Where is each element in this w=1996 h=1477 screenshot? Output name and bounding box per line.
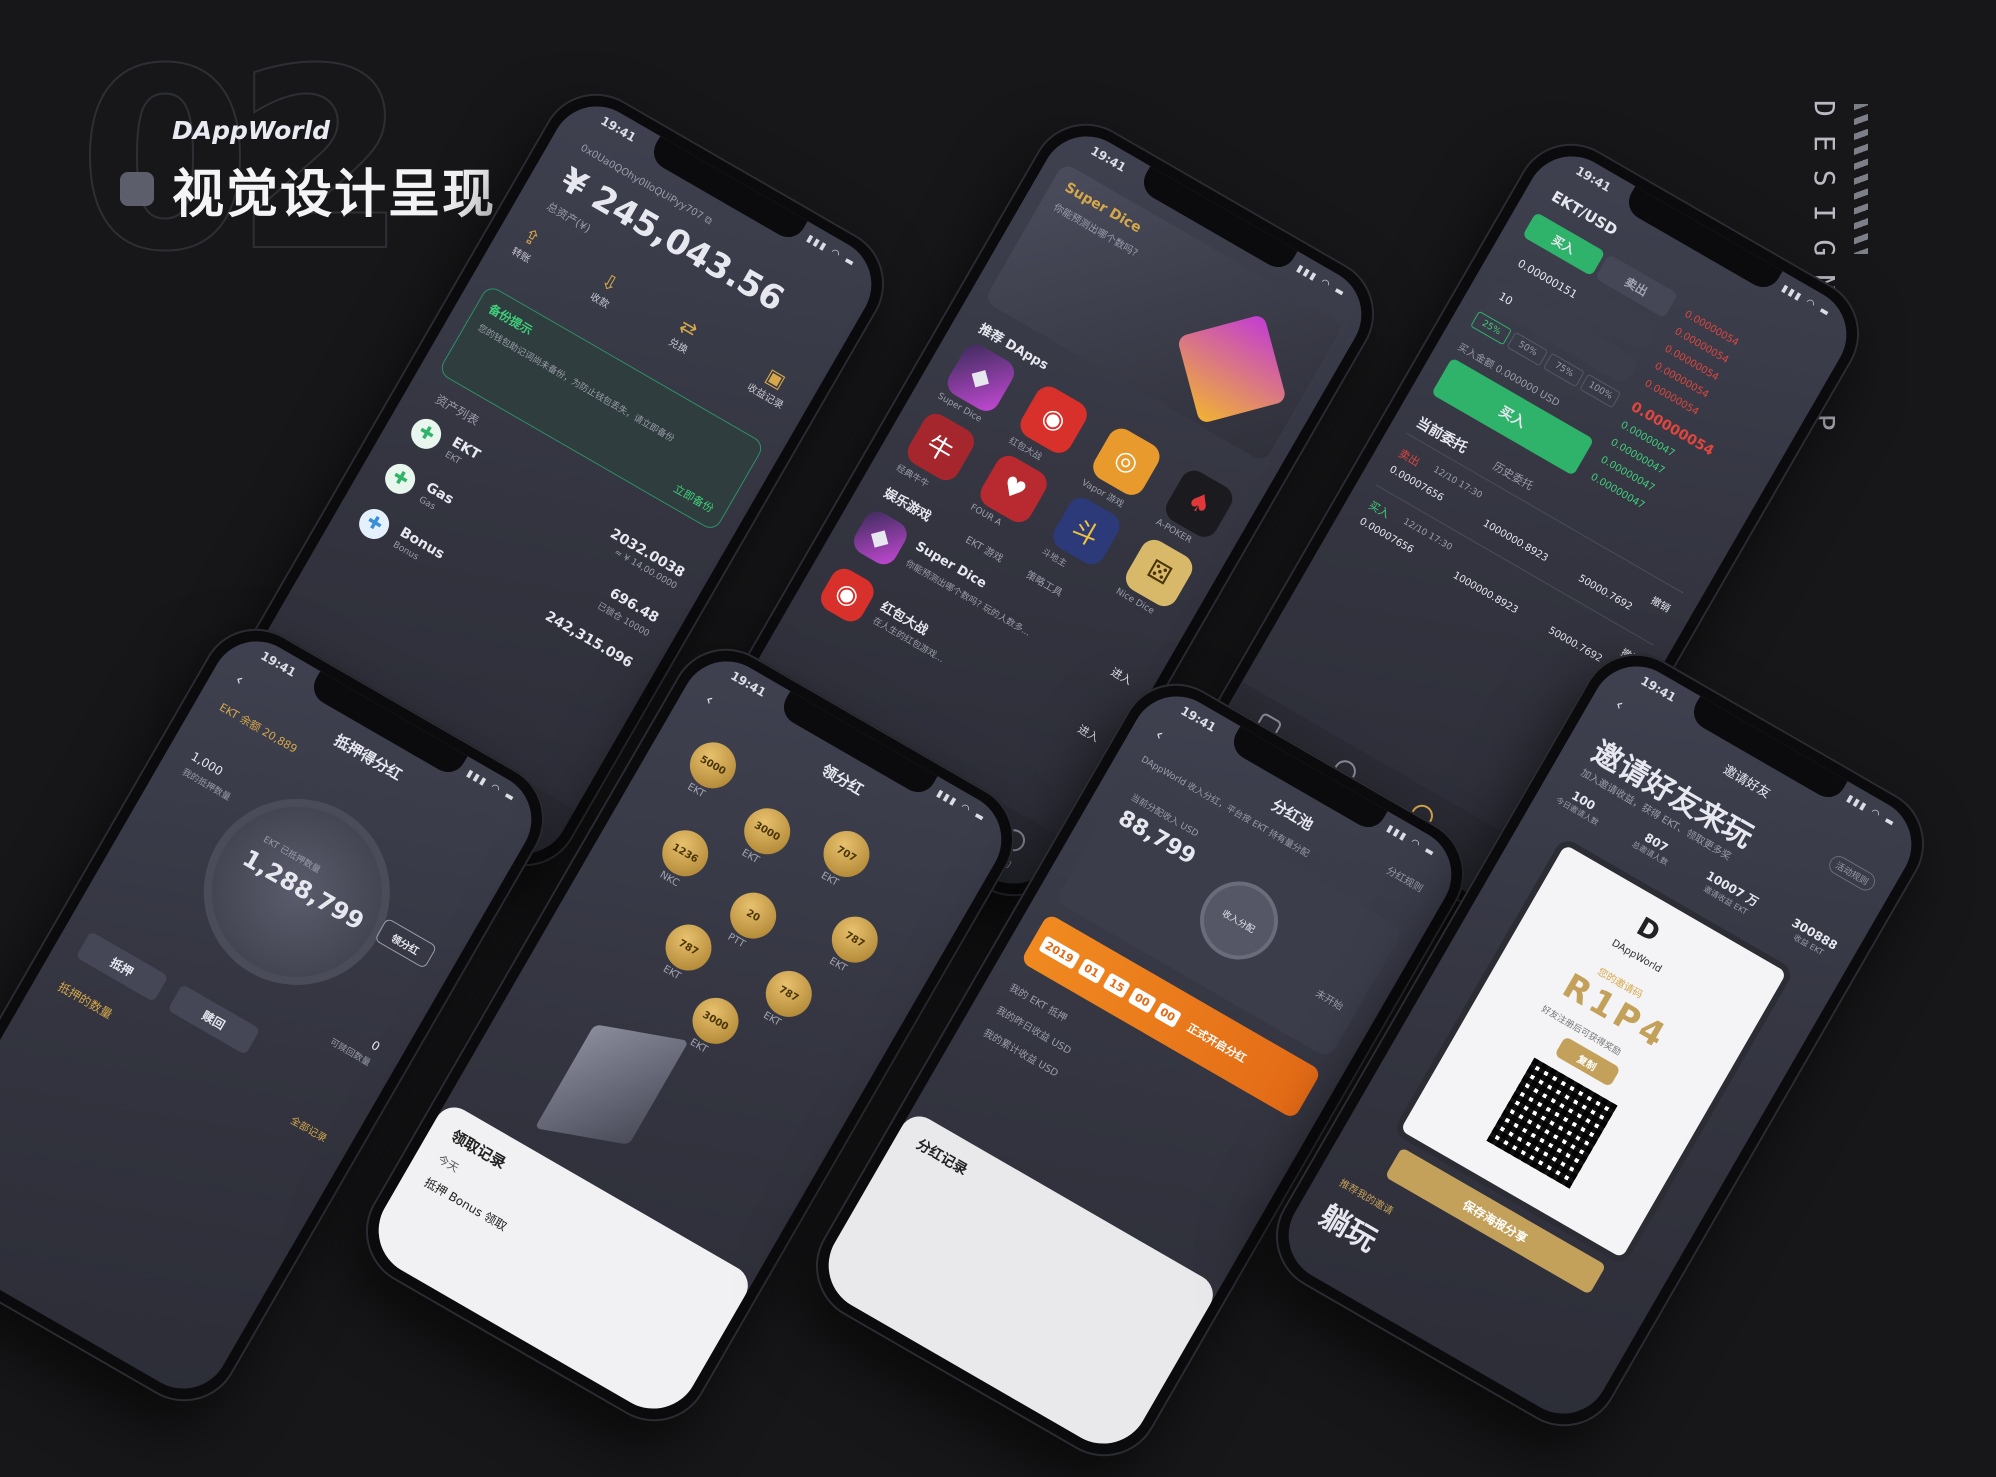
status-time: 19:41 <box>1178 703 1219 735</box>
staking-gauge: EKT 已抵押数量 1,288,799 <box>169 764 424 1019</box>
status-signal-icon: ▮▮▮ ◠ ▬ <box>934 787 988 825</box>
all-records-link[interactable]: 全部记录 <box>288 1112 330 1145</box>
status-time: 19:41 <box>1638 673 1679 705</box>
stake-button[interactable]: 抵押 <box>75 931 169 1003</box>
status-time: 19:41 <box>258 648 299 680</box>
record-sheet: 领取记录 今天 抵押 Bonus 领取 <box>361 1100 756 1426</box>
redeemable: 0 <box>368 1037 383 1054</box>
assets-title: 资产列表 <box>432 392 482 429</box>
back-icon[interactable]: ‹ <box>232 670 247 690</box>
pool-sheet: 分红记录 <box>811 1109 1221 1461</box>
back-icon[interactable]: ‹ <box>1152 725 1167 745</box>
records-button[interactable]: ▣ 收益记录 <box>734 358 799 430</box>
status-signal-icon: ▮▮▮ ◠ ▬ <box>1779 282 1833 320</box>
redeem-button[interactable]: 赎回 <box>167 984 261 1056</box>
status-time: 19:41 <box>1088 143 1129 175</box>
status-time: 19:41 <box>1573 163 1614 195</box>
page-title: 视觉设计呈现 <box>172 165 497 225</box>
enter-button[interactable]: 进入 <box>1108 664 1135 689</box>
exchange-button[interactable]: ⇄ 兑换 <box>656 313 703 375</box>
back-icon[interactable]: ‹ <box>702 690 717 710</box>
status-time: 19:41 <box>728 668 769 700</box>
section-tab-2[interactable]: 策略工具 <box>1024 566 1066 600</box>
receive-button[interactable]: ⇩ 收款 <box>577 267 624 329</box>
brand-name: DAppWorld <box>172 116 331 145</box>
orders-title: 当前委托 <box>1413 414 1470 457</box>
dice-icon <box>1176 313 1287 425</box>
record-item: 抵押 Bonus 领取 <box>421 1175 510 1234</box>
rules-button[interactable]: 活动规则 <box>1825 852 1879 894</box>
status-signal-icon: ▮▮▮ ◠ ▬ <box>804 232 858 270</box>
red-packet-icon: ◉ <box>815 563 879 627</box>
crystal-stack-icon <box>534 1024 689 1145</box>
status-signal-icon: ▮▮▮ ◠ ▬ <box>1384 822 1438 860</box>
status-signal-icon: ▮▮▮ ◠ ▬ <box>1294 262 1348 300</box>
section-tab-1[interactable]: EKT 游戏 <box>963 531 1006 565</box>
brand-square-icon <box>120 172 154 206</box>
status-time: 19:41 <box>598 113 639 145</box>
stripes-decoration <box>1854 104 1868 254</box>
logo-icon: D <box>1631 911 1665 949</box>
enter-button[interactable]: 进入 <box>1075 721 1102 746</box>
claim-dividend-button[interactable]: 领分红 <box>374 917 438 970</box>
divider <box>1375 484 1654 646</box>
status-signal-icon: ▮▮▮ ◠ ▬ <box>464 767 518 805</box>
transfer-button[interactable]: ⇪ 转账 <box>499 222 546 284</box>
pool-status: 未开始 <box>1313 988 1345 1013</box>
invite-sub: 邀请好友 <box>1720 762 1773 802</box>
bonus-icon: ✚ <box>353 503 395 545</box>
dividend-title: 领分红 <box>818 760 867 800</box>
record-date: 今天 <box>435 1152 461 1175</box>
gas-icon: ✚ <box>379 458 421 500</box>
status-signal-icon: ▮▮▮ ◠ ▬ <box>1844 792 1898 830</box>
ekt-icon: ✚ <box>405 413 447 455</box>
staked-list-title: 抵押的数量 <box>55 979 115 1022</box>
history-tab[interactable]: 历史委托 <box>1490 458 1536 494</box>
card-brand: DAppWorld <box>1609 937 1664 976</box>
rules-link[interactable]: 分红规则 <box>1384 862 1426 895</box>
pool-records-title: 分红记录 <box>913 1136 970 1179</box>
super-dice-icon: ◆ <box>848 506 912 570</box>
backup-button[interactable]: 立即备份 <box>671 480 717 516</box>
back-icon[interactable]: ‹ <box>1612 695 1627 715</box>
distribute-button[interactable]: 收入分配 <box>1185 867 1293 974</box>
staking-balance: EKT 余额 20,889 <box>217 700 300 756</box>
cancel-button[interactable]: 撤销 <box>1649 592 1674 615</box>
